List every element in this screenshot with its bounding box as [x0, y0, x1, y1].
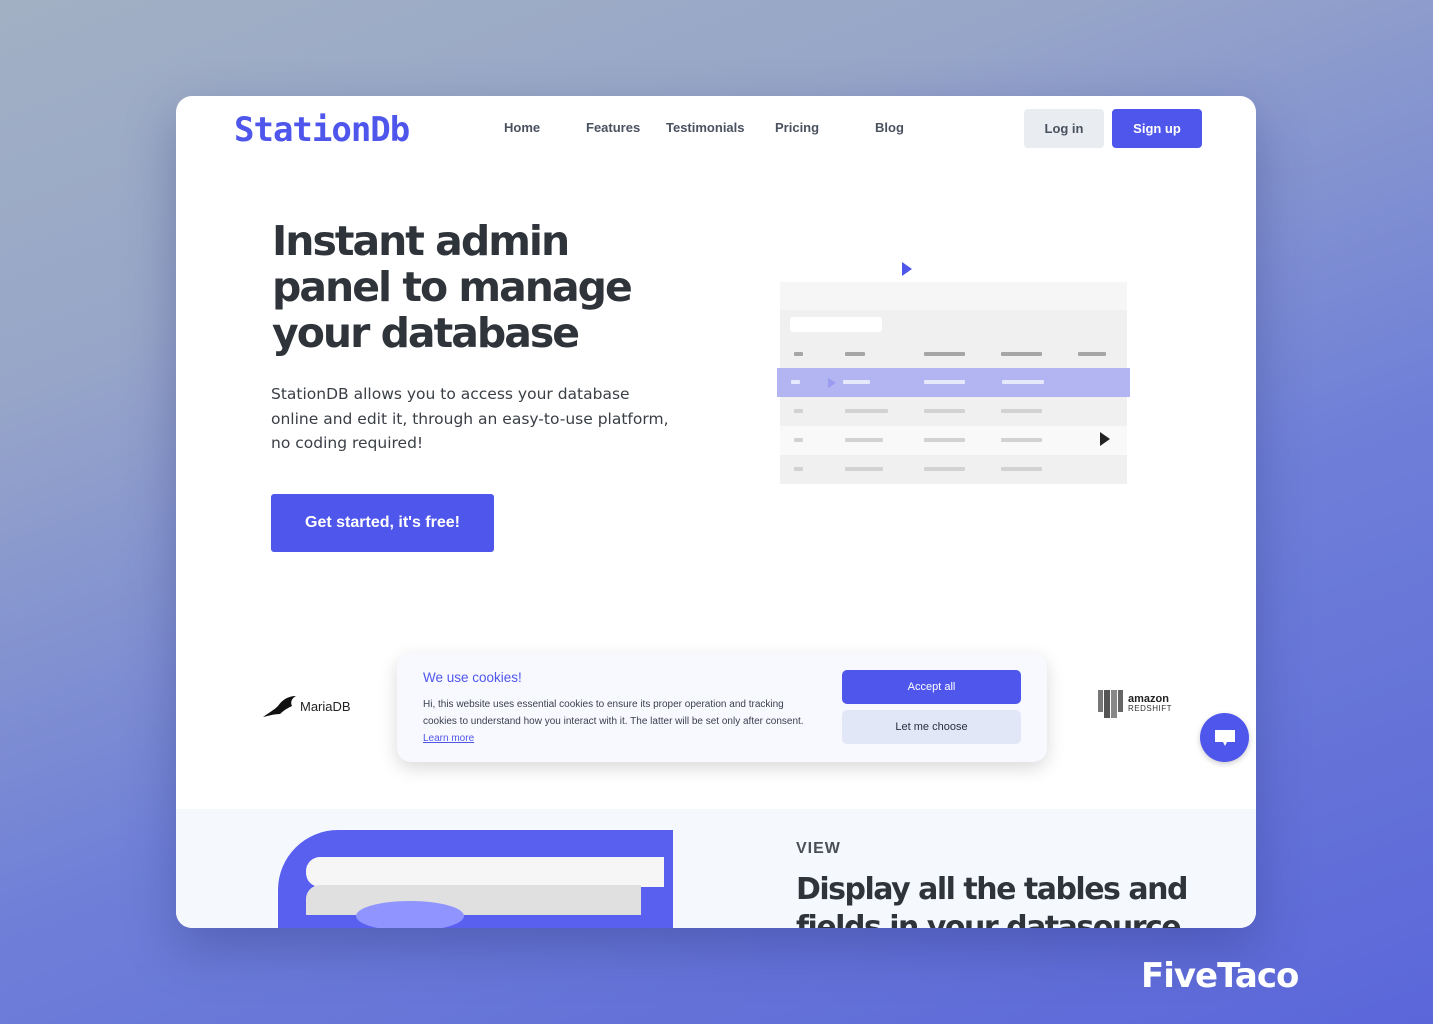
cookie-text: Hi, this website uses essential cookies …	[423, 696, 813, 747]
mariadb-label: MariaDB	[300, 699, 351, 714]
hero-title: Instant admin panel to manage your datab…	[272, 217, 633, 357]
get-started-button[interactable]: Get started, it's free!	[271, 494, 494, 552]
page-window: StationDb Home Features Testimonials Pri…	[176, 96, 1256, 928]
chat-bubble-icon	[1214, 729, 1235, 746]
cursor-icon	[1100, 432, 1110, 446]
cookie-title: We use cookies!	[423, 670, 522, 685]
nav-features[interactable]: Features	[586, 120, 640, 135]
cookie-banner: We use cookies! Hi, this website uses es…	[397, 653, 1047, 762]
mariadb-logo: MariaDB	[262, 694, 351, 718]
seal-icon	[263, 696, 296, 717]
cursor-icon	[902, 262, 912, 276]
cursor-icon	[828, 378, 836, 388]
selected-row	[777, 368, 1130, 397]
amazon-label: amazon	[1128, 693, 1169, 705]
accept-all-button[interactable]: Accept all	[842, 670, 1021, 704]
let-me-choose-button[interactable]: Let me choose	[842, 710, 1021, 744]
learn-more-link[interactable]: Learn more	[423, 733, 474, 744]
nav-pricing[interactable]: Pricing	[775, 120, 819, 135]
signup-button[interactable]: Sign up	[1112, 109, 1202, 148]
login-button[interactable]: Log in	[1024, 109, 1104, 148]
fivetaco-watermark: FiveTaco	[1141, 956, 1299, 996]
features-section: VIEW Display all the tables and fields i…	[176, 809, 1256, 928]
nav-blog[interactable]: Blog	[875, 120, 904, 135]
search-placeholder	[790, 317, 882, 332]
redshift-label: REDSHIFT	[1128, 704, 1172, 713]
redshift-logo: amazon REDSHIFT	[1098, 690, 1172, 718]
nav-home[interactable]: Home	[504, 120, 540, 135]
redshift-icon	[1098, 690, 1123, 718]
nav-testimonials[interactable]: Testimonials	[666, 120, 745, 135]
hero-description: StationDB allows you to access your data…	[271, 385, 669, 452]
cookie-body: Hi, this website uses essential cookies …	[423, 699, 804, 727]
table-illustration	[777, 262, 1130, 488]
section-title: Display all the tables and fields in you…	[796, 872, 1188, 928]
chat-button[interactable]	[1200, 713, 1249, 762]
section-eyebrow: VIEW	[796, 840, 841, 857]
logo[interactable]: StationDb	[234, 110, 410, 150]
